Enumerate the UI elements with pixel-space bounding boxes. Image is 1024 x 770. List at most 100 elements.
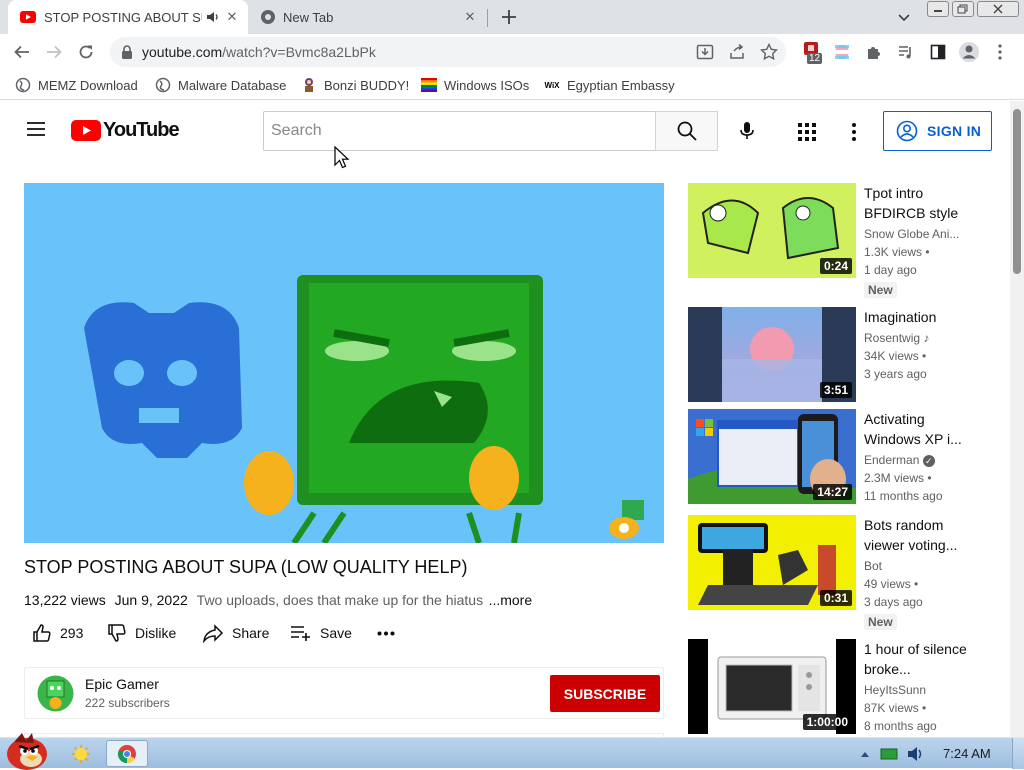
recommended-channel[interactable]: HeyItsSunn xyxy=(864,683,926,697)
start-button-angry-bird-icon[interactable] xyxy=(4,732,50,770)
show-more-link[interactable]: ...more xyxy=(489,592,533,608)
recommended-views: 2.3M views • xyxy=(864,471,932,485)
channel-avatar[interactable] xyxy=(37,675,74,712)
add-to-playlist-icon xyxy=(291,626,310,641)
video-thumbnail[interactable]: 3:51 xyxy=(688,307,856,402)
share-button[interactable]: Share xyxy=(202,621,269,645)
restore-button[interactable] xyxy=(952,1,974,17)
volume-tray-icon[interactable] xyxy=(906,746,924,762)
tab-youtube[interactable]: STOP POSTING ABOUT SUPA (LOW QUALITY HEL… xyxy=(8,0,248,34)
sign-in-button[interactable]: SIGN IN xyxy=(883,111,992,151)
video-thumbnail[interactable]: 1:00:00 xyxy=(688,639,856,734)
bookmark-egyptian-embassy[interactable]: WiX Egyptian Embassy xyxy=(544,75,674,95)
settings-kebab-icon[interactable] xyxy=(851,123,857,141)
recommended-video[interactable]: 0:31 Bots random viewer voting... Bot 49… xyxy=(688,515,998,630)
minimize-icon xyxy=(934,10,942,12)
address-bar[interactable]: youtube.com/watch?v=Bvmc8a2LbPk xyxy=(110,37,786,67)
recommended-age: 8 months ago xyxy=(864,719,937,733)
extensions-puzzle-icon[interactable] xyxy=(866,44,882,60)
taskbar-chrome-button[interactable] xyxy=(106,740,148,767)
recommended-channel[interactable]: Enderman ✓ xyxy=(864,453,935,467)
show-desktop-button[interactable] xyxy=(1012,738,1024,769)
tray-expand-icon[interactable] xyxy=(860,750,870,758)
video-thumbnail[interactable]: 14:27 xyxy=(688,409,856,504)
channel: Rosentwig xyxy=(864,331,921,345)
video-meta[interactable]: 13,222 views Jun 9, 2022 Two uploads, do… xyxy=(24,592,532,608)
video-thumbnail[interactable]: 0:24 xyxy=(688,183,856,278)
apps-grid-icon[interactable] xyxy=(798,123,816,141)
views: 2.3M views xyxy=(864,471,925,485)
subscribe-button[interactable]: SUBSCRIBE xyxy=(550,675,660,712)
video-thumbnail[interactable]: 0:31 xyxy=(688,515,856,610)
recommended-video[interactable]: 1:00:00 1 hour of silence broke... HeyIt… xyxy=(688,639,998,734)
taskbar-explorer-button[interactable] xyxy=(62,740,100,767)
side-panel-icon[interactable] xyxy=(930,44,946,60)
tab-close-icon[interactable]: ✕ xyxy=(462,9,478,25)
bookmark-star-icon[interactable] xyxy=(760,43,778,61)
chrome-favicon-icon xyxy=(260,9,276,25)
like-count: 293 xyxy=(60,625,84,641)
recommended-views: 1.3K views • xyxy=(864,245,930,259)
recommended-video[interactable]: 14:27 Activating Windows XP i... Enderma… xyxy=(688,409,998,504)
recommended-video[interactable]: 3:51 Imagination Rosentwig ♪ 34K views •… xyxy=(688,307,998,402)
video-duration: 0:24 xyxy=(819,258,852,274)
network-tray-icon[interactable] xyxy=(880,747,898,761)
video-duration: 0:31 xyxy=(819,590,852,606)
recommended-title[interactable]: Tpot intro BFDIRCB style xyxy=(864,183,974,223)
like-button[interactable]: 293 xyxy=(32,621,83,645)
extension-flag-icon[interactable] xyxy=(834,44,850,60)
save-button[interactable]: Save xyxy=(290,621,352,645)
video-player[interactable] xyxy=(24,183,664,543)
new-tab-plus-icon[interactable] xyxy=(499,7,519,27)
bookmark-label: Windows ISOs xyxy=(444,77,530,93)
recommended-title[interactable]: 1 hour of silence broke... xyxy=(864,639,974,679)
reload-icon[interactable] xyxy=(74,40,98,64)
tab-audio-icon[interactable] xyxy=(206,10,220,24)
bookmark-windows-isos[interactable]: Windows ISOs xyxy=(421,75,529,95)
forward-arrow-icon[interactable] xyxy=(42,40,66,64)
channel-name[interactable]: Epic Gamer xyxy=(85,676,159,692)
media-control-icon[interactable] xyxy=(898,44,914,60)
kebab-menu-icon[interactable] xyxy=(997,44,1003,60)
recommended-title[interactable]: Activating Windows XP i... xyxy=(864,409,974,449)
recommended-views: 49 views • xyxy=(864,577,919,591)
bookmark-bonzi-buddy[interactable]: Bonzi BUDDY! xyxy=(301,75,409,95)
microphone-icon[interactable] xyxy=(739,121,755,141)
recommended-video[interactable]: 0:24 Tpot intro BFDIRCB style Snow Globe… xyxy=(688,183,998,298)
taskbar-clock[interactable]: 7:24 AM xyxy=(943,738,991,769)
youtube-logo[interactable]: YouTube xyxy=(71,119,180,142)
youtube-page: YouTube Search SIGN IN STOP POSTING ABOU… xyxy=(0,101,1010,737)
dislike-button[interactable]: Dislike xyxy=(107,621,176,645)
views: 49 views xyxy=(864,577,911,591)
page-scrollbar[interactable] xyxy=(1010,101,1024,737)
tab-new-tab[interactable]: New Tab ✕ xyxy=(248,0,488,34)
restore-icon xyxy=(957,4,968,14)
search-button[interactable] xyxy=(655,111,718,151)
minimize-button[interactable] xyxy=(927,1,949,17)
chrome-icon xyxy=(118,744,136,763)
recommended-age: 3 days ago xyxy=(864,595,923,609)
tab-search-chevron-icon[interactable] xyxy=(897,10,911,24)
recommended-title[interactable]: Imagination xyxy=(864,307,974,327)
bookmark-memz-download[interactable]: MEMZ Download xyxy=(15,75,138,95)
back-arrow-icon[interactable] xyxy=(10,40,34,64)
tab-close-icon[interactable]: ✕ xyxy=(224,9,240,25)
install-app-icon[interactable] xyxy=(696,44,714,60)
bookmark-malware-database[interactable]: Malware Database xyxy=(155,75,286,95)
recommended-channel[interactable]: Rosentwig ♪ xyxy=(864,331,929,345)
taskbar: 7:24 AM xyxy=(0,733,1024,770)
tab-title: New Tab xyxy=(283,10,334,25)
views: 1.3K views xyxy=(864,245,923,259)
recommended-age: 3 years ago xyxy=(864,367,927,381)
close-window-button[interactable] xyxy=(977,1,1019,17)
hamburger-menu-icon[interactable] xyxy=(26,121,46,137)
more-actions-icon[interactable] xyxy=(377,631,395,636)
profile-avatar-icon[interactable] xyxy=(958,41,980,63)
recommended-channel[interactable]: Snow Globe Ani... xyxy=(864,227,959,241)
share-icon[interactable] xyxy=(728,44,746,60)
tab-strip: STOP POSTING ABOUT SUPA (LOW QUALITY HEL… xyxy=(0,0,1024,34)
scrollbar-thumb[interactable] xyxy=(1013,109,1021,274)
search-input[interactable]: Search xyxy=(263,111,656,151)
recommended-title[interactable]: Bots random viewer voting... xyxy=(864,515,974,555)
recommended-channel[interactable]: Bot xyxy=(864,559,882,573)
